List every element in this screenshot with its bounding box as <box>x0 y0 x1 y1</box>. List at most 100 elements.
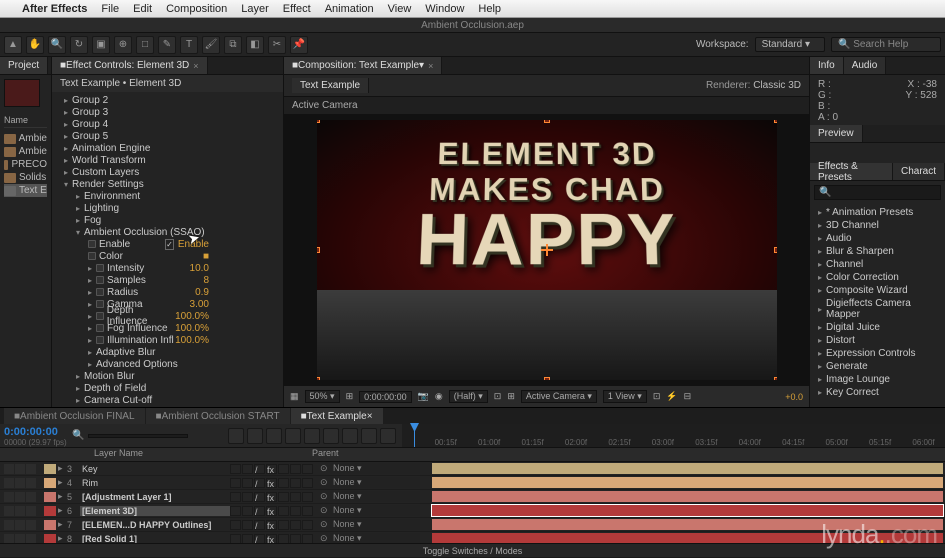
timeline-tab[interactable]: ■ Text Example × <box>291 408 383 424</box>
layer-name-header[interactable]: Layer Name <box>0 448 222 461</box>
menu-window[interactable]: Window <box>425 3 464 15</box>
effects-category[interactable]: ▸Channel <box>810 258 945 271</box>
snapshot-icon[interactable]: 📷 <box>418 391 429 402</box>
timeline-search-input[interactable] <box>88 434 188 438</box>
timeline-button[interactable] <box>285 428 301 444</box>
ec-group[interactable]: ▸World Transform <box>56 154 279 166</box>
layer-row[interactable]: ▸8[Red Solid 1]/fx⊙None ▾ <box>0 532 945 543</box>
effects-category[interactable]: ▸Blur & Sharpen <box>810 245 945 258</box>
eraser-tool[interactable]: ◧ <box>246 36 264 54</box>
info-panel-tab[interactable]: Info <box>810 57 844 74</box>
project-item[interactable]: Ambie <box>4 132 47 145</box>
project-item[interactable]: Ambie <box>4 145 47 158</box>
parent-dropdown[interactable]: None ▾ <box>330 477 420 488</box>
clone-tool[interactable]: ⧉ <box>224 36 242 54</box>
effects-category[interactable]: ▸3D Channel <box>810 219 945 232</box>
timeline-button[interactable] <box>361 428 377 444</box>
effects-category[interactable]: ▸Color Correction <box>810 271 945 284</box>
effects-category[interactable]: ▸* Animation Presets <box>810 206 945 219</box>
workspace-dropdown[interactable]: Standard ▾ <box>755 37 825 52</box>
view-layout-dropdown[interactable]: 1 View ▾ <box>603 390 647 403</box>
roi-icon[interactable]: ⊡ <box>494 391 502 402</box>
menu-edit[interactable]: Edit <box>133 3 152 15</box>
transform-handle[interactable] <box>317 377 320 380</box>
ec-ssao-color[interactable]: Color■ <box>56 250 279 262</box>
timeline-button[interactable] <box>323 428 339 444</box>
ec-ssao-samples[interactable]: ▸Samples8 <box>56 274 279 286</box>
timeline-tab[interactable]: ■ Ambient Occlusion FINAL <box>4 408 145 424</box>
search-help-input[interactable]: 🔍 Search Help <box>831 37 941 52</box>
playhead[interactable] <box>414 424 415 447</box>
transform-handle[interactable] <box>544 120 550 123</box>
timeline-button[interactable] <box>380 428 396 444</box>
parent-header[interactable]: Parent <box>312 448 412 461</box>
menu-view[interactable]: View <box>388 3 412 15</box>
anchor-point-icon[interactable] <box>541 244 553 256</box>
ec-group[interactable]: ▸Group 4 <box>56 118 279 130</box>
project-item[interactable]: Text E <box>4 184 47 197</box>
ec-ssao-illumination[interactable]: ▸Illumination Infl100.0% <box>56 334 279 346</box>
hand-tool[interactable]: ✋ <box>26 36 44 54</box>
effects-category[interactable]: ▸Key Correct <box>810 386 945 399</box>
text-tool[interactable]: T <box>180 36 198 54</box>
camera-dropdown[interactable]: Active Camera ▾ <box>521 390 597 403</box>
layer-row[interactable]: ▸7[ELEMEN...D HAPPY Outlines]/fx⊙None ▾ <box>0 518 945 532</box>
fast-preview-icon[interactable]: ⚡ <box>666 391 677 402</box>
grid-icon[interactable]: ⊞ <box>507 391 515 402</box>
zoom-tool[interactable]: 🔍 <box>48 36 66 54</box>
pixel-aspect-icon[interactable]: ⊡ <box>653 391 661 402</box>
layer-duration-bar[interactable] <box>432 491 943 502</box>
project-name-header[interactable]: Name <box>4 113 47 128</box>
menu-help[interactable]: Help <box>478 3 501 15</box>
timeline-icon[interactable]: ⊟ <box>684 391 692 402</box>
effects-category[interactable]: ▸Expression Controls <box>810 347 945 360</box>
transform-handle[interactable] <box>774 120 777 123</box>
parent-dropdown[interactable]: None ▾ <box>330 533 420 543</box>
layer-color-chip[interactable] <box>44 506 56 516</box>
ec-ssao-adaptive-blur[interactable]: ▸Adaptive Blur <box>56 346 279 358</box>
menu-composition[interactable]: Composition <box>166 3 227 15</box>
puppet-tool[interactable]: 📌 <box>290 36 308 54</box>
layer-duration-bar[interactable] <box>432 463 943 474</box>
composition-viewer[interactable]: ✦ ELEMENT 3D MAKES CHAD HAPPY <box>284 114 809 385</box>
effects-search-input[interactable]: 🔍 <box>814 185 941 200</box>
roto-tool[interactable]: ✂ <box>268 36 286 54</box>
transform-handle[interactable] <box>317 247 320 253</box>
composition-panel-tab[interactable]: ■ Composition: Text Example ▾ × <box>284 57 442 74</box>
pen-tool[interactable]: ✎ <box>158 36 176 54</box>
zoom-dropdown[interactable]: 50% ▾ <box>305 390 340 403</box>
ec-subgroup[interactable]: ▸Lighting <box>56 202 279 214</box>
ec-subgroup[interactable]: ▸Fog <box>56 214 279 226</box>
timeline-button[interactable] <box>266 428 282 444</box>
ec-ssao-enable[interactable]: Enable✓Enable <box>56 238 279 250</box>
transform-handle[interactable] <box>774 377 777 380</box>
layer-duration-bar[interactable] <box>432 519 943 530</box>
layer-row[interactable]: ▸6[Element 3D]/fx⊙None ▾ <box>0 504 945 518</box>
layer-duration-bar[interactable] <box>432 505 943 516</box>
effects-category[interactable]: ▸Composite Wizard <box>810 284 945 297</box>
ec-render-settings[interactable]: ▾Render Settings <box>56 178 279 190</box>
effects-presets-tab[interactable]: Effects & Presets <box>810 163 893 180</box>
display-options-icon[interactable]: ⊞ <box>346 391 354 402</box>
layer-name[interactable]: [Adjustment Layer 1] <box>80 492 230 502</box>
transform-handle[interactable] <box>774 247 777 253</box>
layer-row[interactable]: ▸3Key/fx⊙None ▾ <box>0 462 945 476</box>
ec-group[interactable]: ▸Group 3 <box>56 106 279 118</box>
project-item[interactable]: PRECO <box>4 158 47 171</box>
parent-dropdown[interactable]: None ▾ <box>330 519 420 530</box>
layer-color-chip[interactable] <box>44 520 56 530</box>
effect-controls-tab[interactable]: ■ Effect Controls: Element 3D × <box>52 57 208 74</box>
ec-ssao-group[interactable]: ▾Ambient Occlusion (SSAO) <box>56 226 279 238</box>
ec-ssao-depth[interactable]: ▸Depth Influence100.0% <box>56 310 279 322</box>
camera-tool[interactable]: ▣ <box>92 36 110 54</box>
effects-category[interactable]: ▸Digieffects Camera Mapper <box>810 297 945 321</box>
selection-tool[interactable]: ▲ <box>4 36 22 54</box>
layer-name[interactable]: Rim <box>80 478 230 488</box>
character-panel-tab[interactable]: Charact <box>893 163 945 180</box>
pan-behind-tool[interactable]: ⊕ <box>114 36 132 54</box>
timeline-button[interactable] <box>228 428 244 444</box>
timeline-button[interactable] <box>304 428 320 444</box>
menu-effect[interactable]: Effect <box>283 3 311 15</box>
timeline-button[interactable] <box>342 428 358 444</box>
brush-tool[interactable]: 🖌 <box>202 36 220 54</box>
